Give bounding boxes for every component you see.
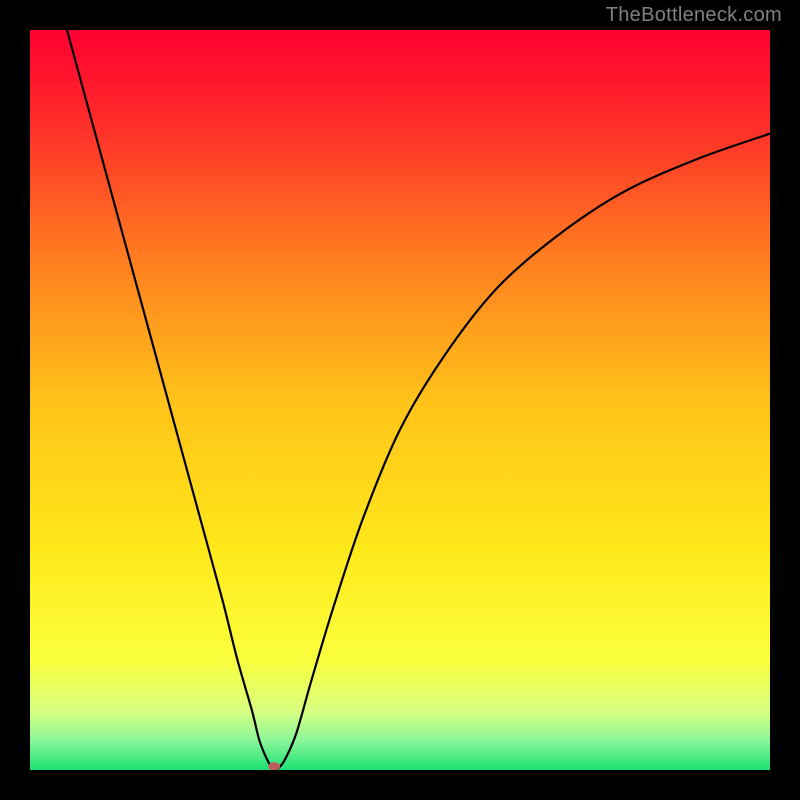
optimal-point-marker <box>268 762 280 770</box>
bottleneck-chart <box>30 30 770 770</box>
chart-frame: TheBottleneck.com <box>0 0 800 800</box>
plot-area <box>30 30 770 770</box>
watermark-text: TheBottleneck.com <box>606 4 782 27</box>
gradient-background <box>30 30 770 770</box>
